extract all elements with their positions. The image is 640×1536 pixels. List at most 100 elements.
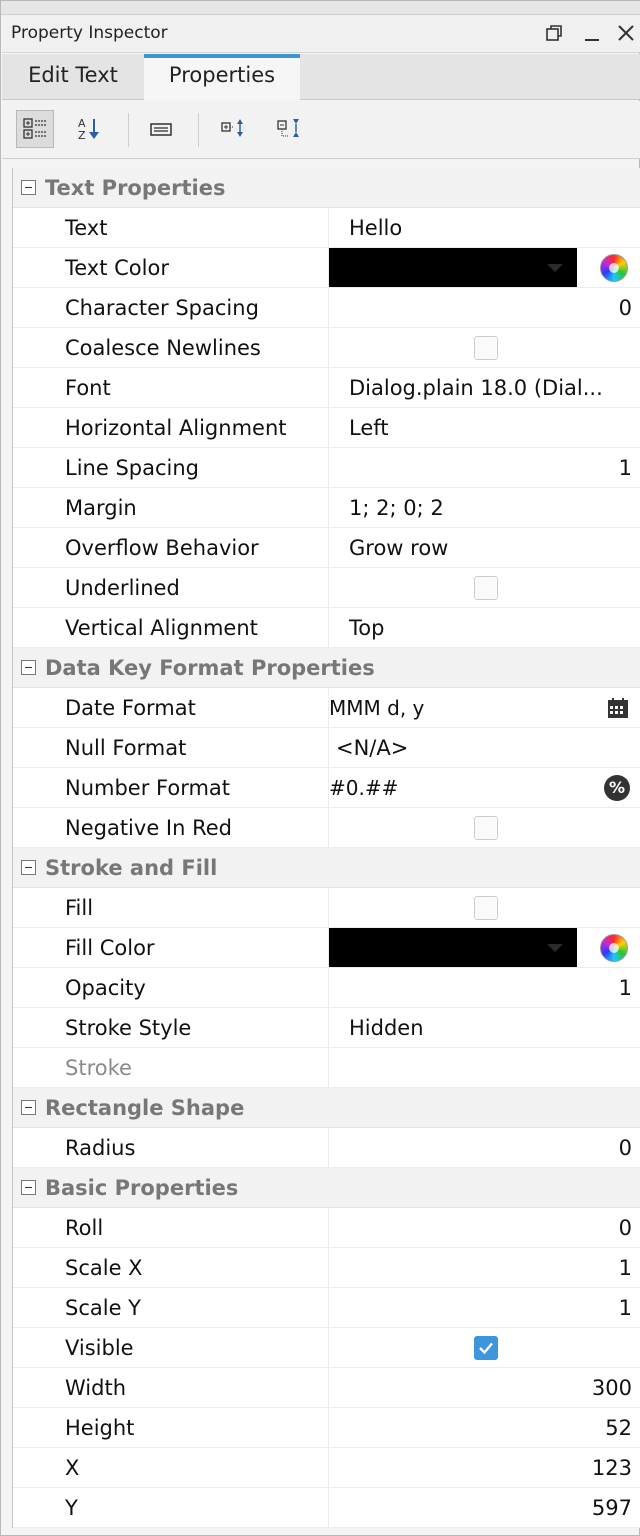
property-row-margin[interactable]: Margin 1; 2; 0; 2 <box>13 488 640 528</box>
property-value-cell[interactable]: 0 <box>328 1128 640 1167</box>
property-value-cell[interactable]: Hello <box>328 208 640 247</box>
collapse-toggle-icon[interactable] <box>21 660 36 675</box>
property-row-width[interactable]: Width 300 <box>13 1368 640 1408</box>
property-row-height[interactable]: Height 52 <box>13 1408 640 1448</box>
checkbox[interactable] <box>474 336 498 360</box>
collapse-toggle-icon[interactable] <box>21 1180 36 1195</box>
property-row-roll[interactable]: Roll 0 <box>13 1208 640 1248</box>
property-value: 1 <box>618 1296 632 1320</box>
property-row-font[interactable]: Font Dialog.plain 18.0 (Dial... <box>13 368 640 408</box>
property-value-cell[interactable] <box>328 888 640 927</box>
property-row-scale-x[interactable]: Scale X 1 <box>13 1248 640 1288</box>
group-text-properties[interactable]: Text Properties <box>13 168 640 208</box>
property-value-cell[interactable]: 597 <box>328 1488 640 1527</box>
restore-icon[interactable] <box>542 21 566 45</box>
property-row-date-format[interactable]: Date Format MMM d, y <box>13 688 640 728</box>
calendar-icon[interactable] <box>606 696 630 720</box>
property-row-horizontal-alignment[interactable]: Horizontal Alignment Left <box>13 408 640 448</box>
property-value-cell[interactable]: 1; 2; 0; 2 <box>328 488 640 527</box>
property-value: 597 <box>591 1496 632 1520</box>
property-row-y[interactable]: Y 597 <box>13 1488 640 1528</box>
group-basic-properties[interactable]: Basic Properties <box>13 1168 640 1208</box>
property-value-cell[interactable] <box>328 928 640 967</box>
property-row-number-format[interactable]: Number Format #0.##% <box>13 768 640 808</box>
property-row-visible[interactable]: Visible <box>13 1328 640 1368</box>
property-value-cell[interactable] <box>328 1328 640 1367</box>
color-swatch-dropdown[interactable] <box>329 248 577 287</box>
property-row-character-spacing[interactable]: Character Spacing 0 <box>13 288 640 328</box>
minimize-icon[interactable] <box>580 21 604 45</box>
color-wheel-icon[interactable] <box>600 934 628 962</box>
property-row-underlined[interactable]: Underlined <box>13 568 640 608</box>
property-value-cell[interactable]: 1 <box>328 1248 640 1287</box>
tab-edit-text[interactable]: Edit Text <box>2 54 144 100</box>
tab-label: Properties <box>168 63 276 87</box>
property-row-stroke-style[interactable]: Stroke Style Hidden <box>13 1008 640 1048</box>
property-row-fill-color[interactable]: Fill Color <box>13 928 640 968</box>
property-value-cell[interactable] <box>328 248 640 287</box>
description-toggle-button[interactable] <box>142 110 180 148</box>
property-value: 1; 2; 0; 2 <box>349 496 444 520</box>
property-value: MMM d, y <box>329 696 425 720</box>
property-value-cell[interactable]: Hidden <box>328 1008 640 1047</box>
checkbox[interactable] <box>474 896 498 920</box>
categorized-view-icon <box>23 118 46 139</box>
property-row-scale-y[interactable]: Scale Y 1 <box>13 1288 640 1328</box>
top-strip <box>1 1 640 15</box>
property-row-x[interactable]: X 123 <box>13 1448 640 1488</box>
property-row-opacity[interactable]: Opacity 1 <box>13 968 640 1008</box>
collapse-toggle-icon[interactable] <box>21 1100 36 1115</box>
categorized-view-button[interactable] <box>16 110 54 148</box>
property-value-cell[interactable]: 1 <box>328 968 640 1007</box>
property-value-cell[interactable]: <N/A> <box>328 728 640 767</box>
checkbox[interactable] <box>474 1336 498 1360</box>
property-value-cell[interactable]: Left <box>328 408 640 447</box>
property-value-cell[interactable]: Grow row <box>328 528 640 567</box>
expand-all-button[interactable] <box>214 110 252 148</box>
close-icon[interactable] <box>614 21 638 45</box>
property-value-cell[interactable]: 300 <box>328 1368 640 1407</box>
property-name: Fill <box>65 896 94 920</box>
property-value-cell[interactable]: #0.##% <box>328 768 640 807</box>
property-value-cell[interactable]: Dialog.plain 18.0 (Dial... <box>328 368 640 407</box>
collapse-all-button[interactable] <box>270 110 308 148</box>
property-row-text-color[interactable]: Text Color <box>13 248 640 288</box>
property-row-radius[interactable]: Radius 0 <box>13 1128 640 1168</box>
property-row-fill[interactable]: Fill <box>13 888 640 928</box>
group-rectangle-shape[interactable]: Rectangle Shape <box>13 1088 640 1128</box>
property-value-cell[interactable]: 0 <box>328 1208 640 1247</box>
property-row-text[interactable]: Text Hello <box>13 208 640 248</box>
chevron-down-icon <box>547 944 563 952</box>
sort-alphabetical-button[interactable]: A Z <box>70 110 108 148</box>
property-value-cell[interactable]: MMM d, y <box>328 688 640 727</box>
tab-strip: Edit Text Properties <box>2 54 640 100</box>
property-row-line-spacing[interactable]: Line Spacing 1 <box>13 448 640 488</box>
property-row-overflow-behavior[interactable]: Overflow Behavior Grow row <box>13 528 640 568</box>
checkbox[interactable] <box>474 816 498 840</box>
color-wheel-icon[interactable] <box>600 254 628 282</box>
property-value-cell[interactable]: 0 <box>328 288 640 327</box>
tab-properties[interactable]: Properties <box>144 54 300 100</box>
property-value-cell[interactable]: 1 <box>328 1288 640 1327</box>
property-value-cell[interactable]: 1 <box>328 448 640 487</box>
property-row-coalesce-newlines[interactable]: Coalesce Newlines <box>13 328 640 368</box>
property-name: Character Spacing <box>65 296 259 320</box>
property-value-cell[interactable]: 123 <box>328 1448 640 1487</box>
property-row-negative-in-red[interactable]: Negative In Red <box>13 808 640 848</box>
color-swatch-dropdown[interactable] <box>329 928 577 967</box>
property-value-cell[interactable]: Top <box>328 608 640 647</box>
group-data-key-format-properties[interactable]: Data Key Format Properties <box>13 648 640 688</box>
property-value-cell[interactable] <box>328 328 640 367</box>
property-row-stroke[interactable]: Stroke <box>13 1048 640 1088</box>
checkbox[interactable] <box>474 576 498 600</box>
collapse-toggle-icon[interactable] <box>21 180 36 195</box>
property-value-cell[interactable]: 52 <box>328 1408 640 1447</box>
property-value-cell[interactable] <box>328 568 640 607</box>
collapse-toggle-icon[interactable] <box>21 860 36 875</box>
group-stroke-and-fill[interactable]: Stroke and Fill <box>13 848 640 888</box>
percent-icon[interactable]: % <box>604 775 630 801</box>
property-row-vertical-alignment[interactable]: Vertical Alignment Top <box>13 608 640 648</box>
property-value-cell[interactable] <box>328 808 640 847</box>
title-bar: Property Inspector <box>2 15 640 53</box>
property-row-null-format[interactable]: Null Format <N/A> <box>13 728 640 768</box>
